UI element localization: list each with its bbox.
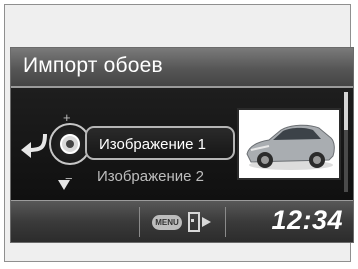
back-arrow-icon[interactable]: [19, 128, 51, 158]
status-bar: MENU 12:34: [11, 200, 353, 242]
dial-knob: [60, 134, 80, 154]
scrollbar-thumb[interactable]: [344, 92, 348, 130]
clock: 12:34: [271, 205, 343, 235]
menu-button-icon[interactable]: MENU: [152, 215, 182, 230]
infotainment-screen: Импорт обоев + − Изображение 1 Изображен…: [10, 47, 354, 243]
content-area: + − Изображение 1 Изображение 2: [11, 88, 353, 200]
status-divider: [139, 207, 140, 237]
scroll-down-arrow-icon[interactable]: [58, 180, 70, 190]
dial-center-dot: [66, 140, 74, 148]
car-wallpaper-thumbnail: [237, 108, 341, 180]
status-divider: [225, 207, 226, 237]
title-bar: Импорт обоев: [11, 48, 353, 88]
exit-door-icon[interactable]: [187, 211, 213, 233]
list-item-image-1[interactable]: Изображение 1: [85, 126, 235, 160]
list-item-image-2[interactable]: Изображение 2: [97, 168, 217, 185]
figure-frame: Импорт обоев + − Изображение 1 Изображен…: [4, 4, 354, 262]
scrollbar[interactable]: [344, 92, 348, 192]
page-title: Импорт обоев: [23, 54, 163, 77]
